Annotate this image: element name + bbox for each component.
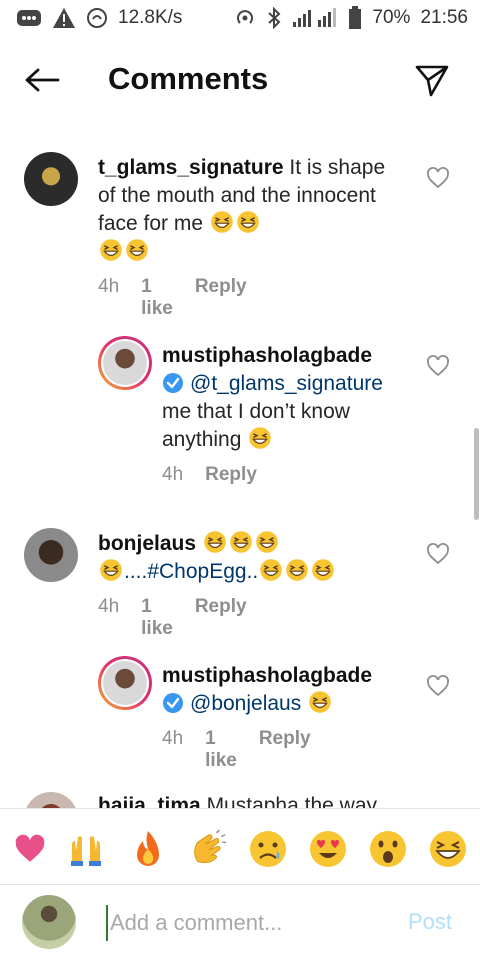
mention-link[interactable]: @t_glams_signature [190,372,383,395]
comment-username[interactable]: hajia_tima [98,794,201,808]
reply-button[interactable]: Reply [259,728,311,772]
network-speed: 12.8K/s [118,7,183,28]
comment-time: 4h [98,596,120,617]
share-button[interactable] [410,58,454,102]
comment-username[interactable]: mustiphasholagbade [162,664,372,687]
grinning-squint-icon [229,530,253,554]
comment-body: Mustapha the way [206,794,377,808]
avatar [22,895,76,949]
like-count[interactable]: 1 like [205,728,237,772]
heart-outline-icon[interactable] [426,166,450,190]
bluetooth-icon [266,7,282,29]
grinning-squint-icon [236,210,260,234]
comment-meta: 4h 1 like Reply [98,276,247,320]
grinning-squint-icon [255,530,279,554]
grinning-squint-icon [248,426,272,450]
grinning-squint-icon [125,238,149,262]
back-button[interactable] [20,62,64,98]
grinning-squint-icon [311,558,335,582]
mention-link[interactable]: @bonjelaus [190,692,301,715]
battery-icon [348,6,362,30]
avatar[interactable] [98,656,152,710]
fire-icon[interactable] [128,829,168,869]
heart-icon[interactable] [10,829,50,869]
comment-username[interactable]: bonjelaus [98,532,196,555]
heart-outline-icon[interactable] [426,542,450,566]
comment-meta: 4h 1 like Reply [98,596,247,640]
raised-hands-icon[interactable] [66,829,106,869]
heart-eyes-icon[interactable] [308,829,348,869]
sad-face-icon[interactable] [248,829,288,869]
comment-time: 4h [162,464,184,485]
avatar[interactable] [24,152,78,206]
comment-composer: Post [0,885,480,960]
header: Comments [0,44,480,116]
data-saver-icon [86,7,108,29]
reply-button[interactable]: Reply [195,276,247,320]
signal-icon [292,7,338,29]
messages-icon [16,8,42,28]
page-title: Comments [108,61,269,96]
heart-outline-icon[interactable] [426,674,450,698]
comments-list[interactable]: t_glams_signature It is shape of the mou… [0,116,480,808]
battery-percent: 70% [372,7,411,28]
comment-meta: 4h 1 like Reply [162,728,311,772]
reply-button[interactable]: Reply [195,596,247,640]
grinning-squint-icon[interactable] [428,829,468,869]
verified-badge-icon [163,373,183,393]
warning-icon [52,7,76,29]
clapping-hands-icon[interactable] [188,829,228,869]
clock: 21:56 [420,7,468,28]
arrow-left-icon [25,68,60,92]
grinning-squint-icon [285,558,309,582]
post-button[interactable]: Post [408,909,452,935]
grinning-squint-icon [99,558,123,582]
grinning-squint-icon [259,558,283,582]
quick-emoji-bar [0,808,480,886]
grinning-squint-icon [203,530,227,554]
status-bar: 12.8K/s 70% 21:56 [0,0,480,36]
grinning-squint-icon [308,690,332,714]
comment-time: 4h [98,276,120,297]
comment-username[interactable]: t_glams_signature [98,156,284,179]
verified-badge-icon [163,693,183,713]
grinning-squint-icon [99,238,123,262]
comment-input[interactable] [106,905,396,941]
comment-time: 4h [162,728,184,749]
heart-outline-icon[interactable] [426,354,450,378]
scrollbar[interactable] [474,428,479,520]
like-count[interactable]: 1 like [141,596,173,640]
comment-meta: 4h Reply [162,464,257,486]
avatar[interactable] [24,528,78,582]
comment-body[interactable]: ....#ChopEgg.. [124,560,258,583]
paper-plane-icon [415,65,449,97]
avatar[interactable] [24,792,78,808]
comment-username[interactable]: mustiphasholagbade [162,344,372,367]
reply-button[interactable]: Reply [205,464,257,486]
like-count[interactable]: 1 like [141,276,173,320]
hotspot-icon [234,7,256,29]
surprised-face-icon[interactable] [368,829,408,869]
avatar[interactable] [98,336,152,390]
grinning-squint-icon [210,210,234,234]
